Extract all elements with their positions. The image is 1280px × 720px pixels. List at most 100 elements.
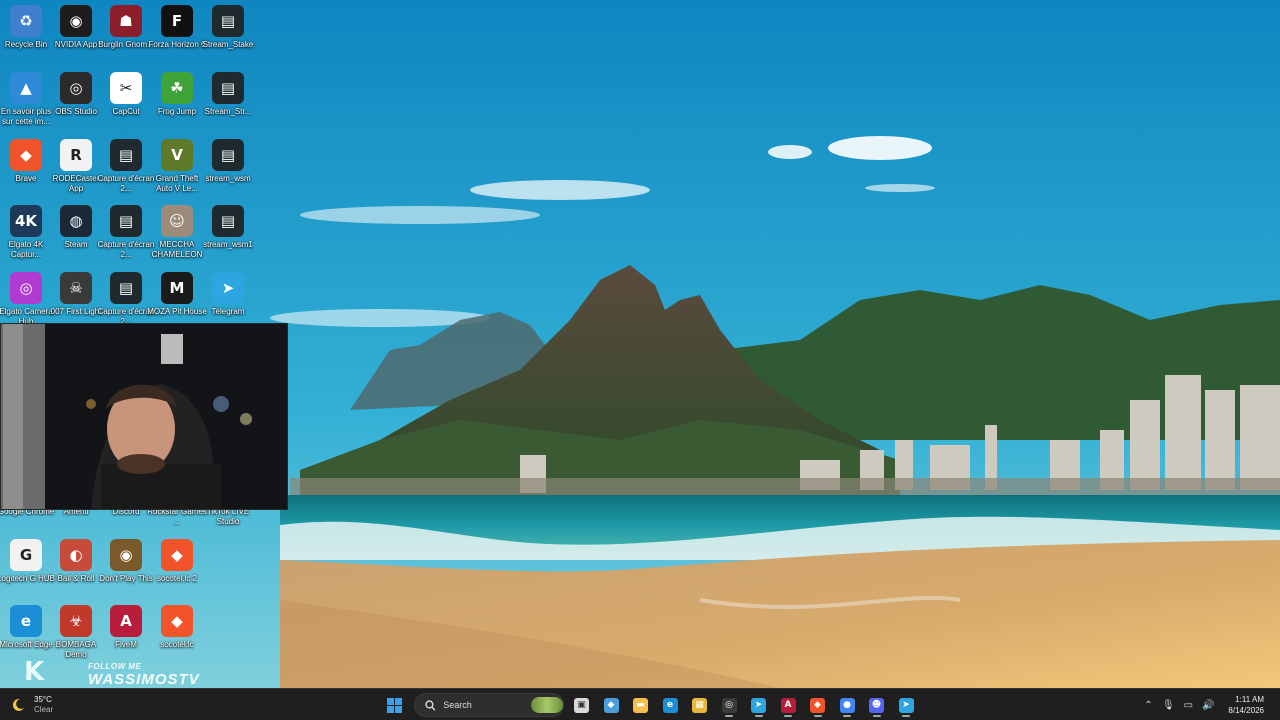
desktop-icon[interactable]: ▤ Capture d'écran 2... xyxy=(98,139,154,194)
desktop-icon[interactable]: e Microsoft Edge xyxy=(0,605,53,650)
store-taskbar-button[interactable]: ▦ xyxy=(686,693,714,717)
ball-and-roll-icon: ◐ xyxy=(60,539,92,571)
brave-profile-icon: ◆ xyxy=(161,539,193,571)
desktop-icon[interactable]: ☗ Burglin Gnom... xyxy=(98,5,154,50)
desktop-icon[interactable]: ◉ Don't Play This xyxy=(99,539,153,584)
desktop-icon[interactable]: ▤ Capture d'écran 2... xyxy=(98,272,154,327)
desktop-icon-label: Stream_Stake xyxy=(202,40,254,49)
desktop-icon[interactable]: ◆ socotel.lc 2 xyxy=(151,539,203,584)
show-hidden-icons-chevron-icon[interactable]: ⌃ xyxy=(1138,695,1158,715)
search-icon xyxy=(424,699,436,711)
desktop-icon[interactable]: R RODECaster App xyxy=(50,139,102,194)
desktop-icon[interactable]: ✂ CapCut xyxy=(100,72,152,117)
obs-icon: ◎ xyxy=(721,697,737,713)
webcam-feed-image xyxy=(1,324,287,509)
desktop-icon[interactable]: ▤ Stream_Stake xyxy=(202,5,254,50)
meccha-chameleon-icon: ☺ xyxy=(161,205,193,237)
rodecaster-icon: R xyxy=(60,139,92,171)
clock-date: 8/14/2026 xyxy=(1228,706,1264,715)
desktop-icon[interactable]: ◆ socotel.lc xyxy=(151,605,203,650)
desktop-icon[interactable]: ♻ Recycle Bin xyxy=(0,5,52,50)
task-view-icon: ▣ xyxy=(574,697,589,713)
telegram-2-taskbar-button[interactable]: ➤ xyxy=(892,693,920,717)
desktop-icon[interactable]: F Forza Horizon 6 xyxy=(149,5,205,50)
video-file-icon: ▤ xyxy=(212,139,244,171)
discord-taskbar-button[interactable]: ☻ xyxy=(863,693,891,717)
desktop-icon[interactable]: ▤ Capture d'écran 2... xyxy=(98,205,154,260)
system-tray: ⌃ 🎙 ▭ 🔊 1:11 AM 8/14/2026 xyxy=(1138,693,1280,717)
video-file-icon: ▤ xyxy=(212,5,244,37)
volume-icon[interactable]: 🔊 xyxy=(1198,695,1218,715)
desktop-icon[interactable]: ☘ Frog Jump xyxy=(151,72,203,117)
brave-profile-icon: ◆ xyxy=(161,605,193,637)
desktop-icon-label: TikTok LIVE Studio xyxy=(206,507,250,526)
widgets-icon: ◆ xyxy=(603,697,619,713)
edge-taskbar-button[interactable]: e xyxy=(656,693,684,717)
desktop-icon[interactable]: ☣ BOMBAGA Demo xyxy=(50,605,102,660)
weather-widget[interactable]: 35°C Clear xyxy=(10,693,53,717)
taskbar-search-box[interactable]: Search xyxy=(413,693,564,717)
obs-icon: ◎ xyxy=(60,72,92,104)
edge-icon: e xyxy=(662,697,678,713)
desktop-icon[interactable]: ☠ 007 First Light xyxy=(50,272,102,317)
desktop-icon[interactable]: A FiveM xyxy=(100,605,152,650)
telegram-icon: ➤ xyxy=(212,272,244,304)
desktop-icon[interactable]: ▲ En savoir plus sur cette im... xyxy=(0,72,52,127)
discord-icon: ☻ xyxy=(869,697,884,713)
desktop-icon-label: socotel.lc 2 xyxy=(156,574,198,583)
folder-icon: ▬ xyxy=(633,697,648,713)
forza-icon: F xyxy=(161,5,193,37)
taskbar-clock[interactable]: 1:11 AM 8/14/2026 xyxy=(1228,694,1264,716)
chrome-taskbar-button[interactable]: ● xyxy=(833,693,861,717)
search-placeholder: Search xyxy=(443,700,472,710)
desktop-icon[interactable]: ◎ Elgato Camera Hub xyxy=(0,272,53,327)
desktop-icon[interactable]: ◎ OBS Studio xyxy=(50,72,102,117)
streamer-watermark: K FOLLOW ME WASSIMOSTV xyxy=(24,656,204,690)
fivem-taskbar-button[interactable]: A xyxy=(774,693,802,717)
desktop-icon[interactable]: ◉ NVIDIA App xyxy=(50,5,102,50)
desktop-icon[interactable]: ◆ Brave xyxy=(0,139,52,184)
desktop-icon[interactable]: ◍ Steam xyxy=(50,205,102,250)
widgets-button[interactable]: ◆ xyxy=(597,693,625,717)
desktop-icon[interactable]: ▤ stream_wsm1 xyxy=(202,205,254,250)
weather-temperature: 35°C xyxy=(34,695,52,704)
brave-taskbar-button[interactable]: ◆ xyxy=(804,693,832,717)
dont-play-this-icon: ◉ xyxy=(110,539,142,571)
desktop-icon[interactable]: 4K Elgato 4K Captur... xyxy=(0,205,52,260)
desktop-icon[interactable]: G Logitech G HUB xyxy=(0,539,55,584)
telegram-taskbar-button[interactable]: ➤ xyxy=(745,693,773,717)
video-file-icon: ▤ xyxy=(212,72,244,104)
desktop-icon[interactable]: ◐ Ball & Roll xyxy=(50,539,102,584)
network-icon[interactable]: ▭ xyxy=(1178,695,1198,715)
screenshot-file-icon: ▤ xyxy=(110,139,142,171)
telegram-icon: ➤ xyxy=(898,697,914,713)
watermark-follow-text: FOLLOW ME xyxy=(88,662,142,671)
obs-taskbar-button[interactable]: ◎ xyxy=(715,693,743,717)
brave-icon: ◆ xyxy=(10,139,42,171)
burglin-gnomes-icon: ☗ xyxy=(110,5,142,37)
desktop-icon[interactable]: ▤ stream_wsm xyxy=(202,139,254,184)
gta-icon: V xyxy=(161,139,193,171)
start-button[interactable] xyxy=(380,693,408,717)
task-view-button[interactable]: ▣ xyxy=(568,693,596,717)
frog-jump-icon: ☘ xyxy=(161,72,193,104)
capcut-icon: ✂ xyxy=(110,72,142,104)
desktop-icon-label: Stream_Str... xyxy=(204,107,252,116)
store-icon: ▦ xyxy=(692,697,707,713)
windows-icon xyxy=(386,697,402,713)
clock-time: 1:11 AM xyxy=(1235,695,1264,704)
nvidia-icon: ◉ xyxy=(60,5,92,37)
file-explorer-button[interactable]: ▬ xyxy=(627,693,655,717)
fivem-icon: A xyxy=(780,697,796,713)
desktop-icon[interactable]: ▤ Stream_Str... xyxy=(202,72,254,117)
desktop-icon-label: socotel.lc xyxy=(160,640,194,649)
spotlight-icon: ▲ xyxy=(10,72,42,104)
desktop-icon[interactable]: V Grand Theft Auto V Le... xyxy=(151,139,203,194)
desktop-icon[interactable]: ➤ Telegram xyxy=(202,272,254,317)
weather-condition: Clear xyxy=(34,705,54,714)
desktop-icon[interactable]: ☺ MECCHA CHAMELEON xyxy=(151,205,203,260)
desktop-icon[interactable]: M MOZA Pit House xyxy=(147,272,207,317)
desktop-icon-label: Telegram xyxy=(211,307,245,316)
microphone-icon[interactable]: 🎙 xyxy=(1158,695,1178,715)
streamer-logo: K xyxy=(24,657,45,687)
